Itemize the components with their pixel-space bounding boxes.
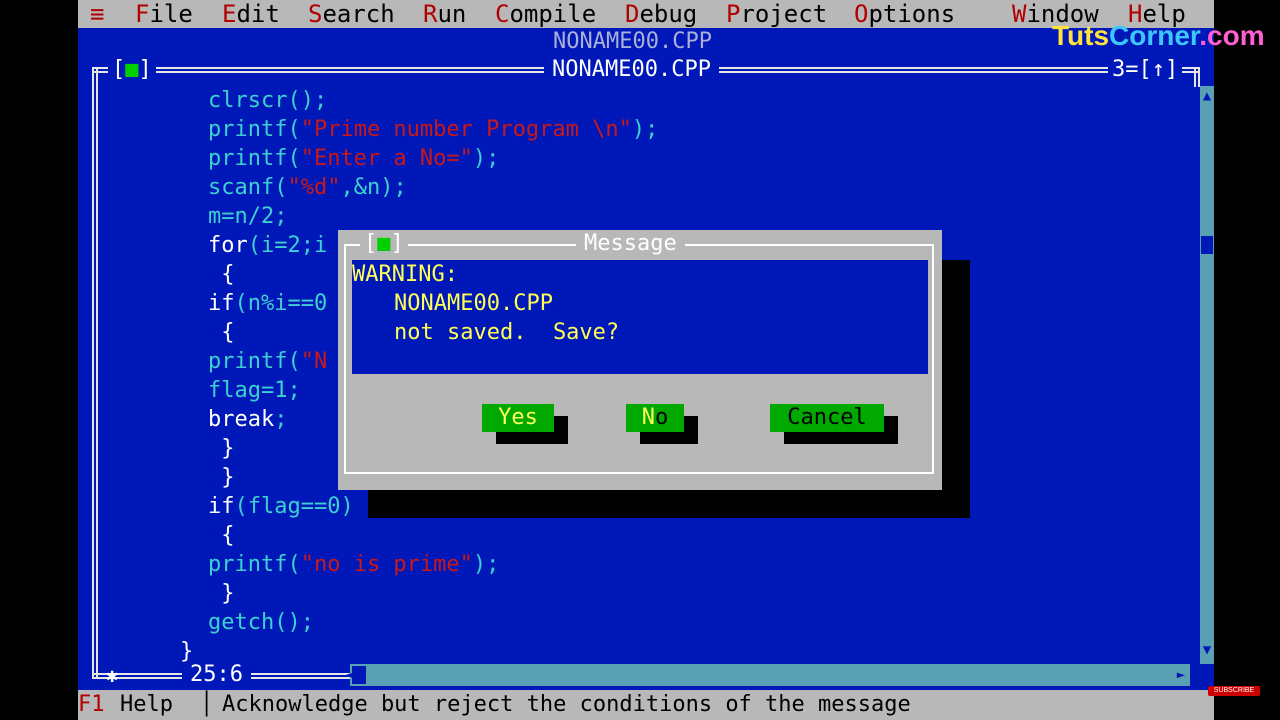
menu-search[interactable]: Search — [308, 0, 395, 28]
vertical-scrollbar[interactable] — [1200, 86, 1214, 664]
vertical-scroll-thumb[interactable] — [1201, 236, 1213, 254]
dialog-close-box[interactable]: [■] — [360, 231, 408, 257]
yes-button[interactable]: Yes — [482, 404, 554, 432]
warning-question: not saved. Save? — [394, 320, 620, 345]
f1-key[interactable]: F1 — [78, 690, 105, 720]
menu-options[interactable]: Options — [854, 0, 955, 28]
tutscorner-watermark-logo: TutsCorner.com — [1052, 20, 1265, 51]
code-line: if(flag==0) — [208, 492, 354, 521]
code-token: printf( — [208, 117, 301, 142]
code-line: clrscr(); — [208, 86, 327, 115]
code-token: printf( — [208, 349, 301, 374]
message-dialog: [■] Message WARNING: NONAME00.CPP not sa… — [338, 230, 942, 490]
code-line: break; — [208, 405, 287, 434]
horizontal-scrollbar[interactable] — [350, 664, 1190, 686]
code-token: { — [208, 320, 235, 345]
editor-frame-right — [1194, 67, 1200, 87]
code-token: "no is prime" — [300, 552, 473, 577]
code-line: } — [208, 463, 235, 492]
subscribe-badge[interactable]: SUBSCRIBE — [1208, 686, 1260, 696]
code-token: } — [180, 639, 194, 664]
code-token: (i=2;i — [247, 233, 328, 258]
code-line: getch(); — [208, 608, 314, 637]
cancel-button[interactable]: Cancel — [770, 404, 884, 432]
code-token: scanf( — [208, 175, 288, 200]
code-line: for(i=2;i — [208, 231, 327, 260]
code-token: break — [208, 407, 275, 432]
code-line: scanf("%d",&n); — [208, 173, 407, 202]
code-token: if — [208, 494, 235, 519]
background-window-title[interactable]: NONAME00.CPP — [553, 28, 712, 56]
code-token: if — [208, 291, 235, 316]
system-menu-icon[interactable]: ≡ — [90, 0, 104, 28]
f1-help-label[interactable]: Help — [120, 690, 173, 720]
status-hint: Acknowledge but reject the conditions of… — [222, 692, 911, 717]
dialog-message-area: WARNING: NONAME00.CPP not saved. Save? — [352, 260, 928, 374]
code-token: ,&n); — [340, 175, 407, 200]
menu-debug[interactable]: Debug — [625, 0, 697, 28]
cursor-position: 25:6 — [182, 662, 251, 688]
warning-label: WARNING: — [352, 262, 458, 287]
code-token: ); — [472, 146, 500, 171]
menu-file[interactable]: File — [135, 0, 193, 28]
menu-project[interactable]: Project — [726, 0, 827, 28]
code-token: ; — [274, 407, 288, 432]
code-token: } — [208, 465, 235, 490]
code-token: { — [208, 523, 235, 548]
code-token: "Enter a No=" — [300, 146, 473, 171]
code-line: flag=1; — [208, 376, 301, 405]
dialog-title[interactable]: Message — [576, 230, 685, 258]
code-token: clrscr(); — [208, 88, 328, 113]
code-token: for — [208, 233, 248, 258]
code-line: m=n/2; — [208, 202, 287, 231]
code-token: "N — [300, 349, 328, 374]
code-token: ); — [631, 117, 659, 142]
code-token: "Prime number Program \n" — [300, 117, 632, 142]
code-token: ); — [472, 552, 500, 577]
code-line: } — [208, 579, 235, 608]
horizontal-scroll-thumb[interactable] — [352, 666, 366, 684]
no-button[interactable]: No — [626, 404, 684, 432]
code-line: { — [208, 260, 235, 289]
window-number-zoom[interactable]: 3=[↑] — [1108, 57, 1183, 83]
code-line: if(n%i==0 — [208, 289, 327, 318]
menu-run[interactable]: Run — [423, 0, 466, 28]
warning-filename: NONAME00.CPP — [394, 291, 553, 316]
editor-title[interactable]: NONAME00.CPP — [544, 56, 719, 84]
code-token: } — [208, 436, 235, 461]
code-token: (n%i==0 — [234, 291, 328, 316]
code-line: printf("Enter a No="); — [208, 144, 499, 173]
scroll-up-arrow-icon[interactable]: ▲ — [1200, 86, 1214, 106]
code-token: printf( — [208, 552, 301, 577]
code-line: printf("N — [208, 347, 327, 376]
code-line: printf("Prime number Program \n"); — [208, 115, 658, 144]
status-bar: F1 Help │ Acknowledge but reject the con… — [78, 690, 1214, 720]
code-token: flag=1; — [208, 378, 301, 403]
code-token: (flag==0) — [234, 494, 354, 519]
code-token: printf( — [208, 146, 301, 171]
scroll-down-arrow-icon[interactable]: ▼ — [1200, 640, 1214, 660]
editor-close-box[interactable]: [■] — [108, 57, 156, 83]
code-line: printf("no is prime"); — [208, 550, 499, 579]
menu-compile[interactable]: Compile — [495, 0, 596, 28]
modified-indicator-icon: ✱ — [106, 663, 119, 687]
code-token: m=n/2; — [208, 204, 288, 229]
editor-frame-left — [92, 67, 98, 679]
menu-bar: ≡ File Edit Search Run Compile Debug Pro… — [78, 0, 1214, 28]
code-token: { — [208, 262, 235, 287]
code-token: getch(); — [208, 610, 314, 635]
code-token: "%d" — [287, 175, 341, 200]
scroll-right-arrow-icon[interactable]: ► — [1172, 664, 1190, 686]
menu-edit[interactable]: Edit — [222, 0, 280, 28]
code-line: { — [208, 521, 235, 550]
code-token: } — [208, 581, 235, 606]
code-line: } — [208, 434, 235, 463]
code-line: { — [208, 318, 235, 347]
status-separator: │ — [200, 692, 214, 717]
